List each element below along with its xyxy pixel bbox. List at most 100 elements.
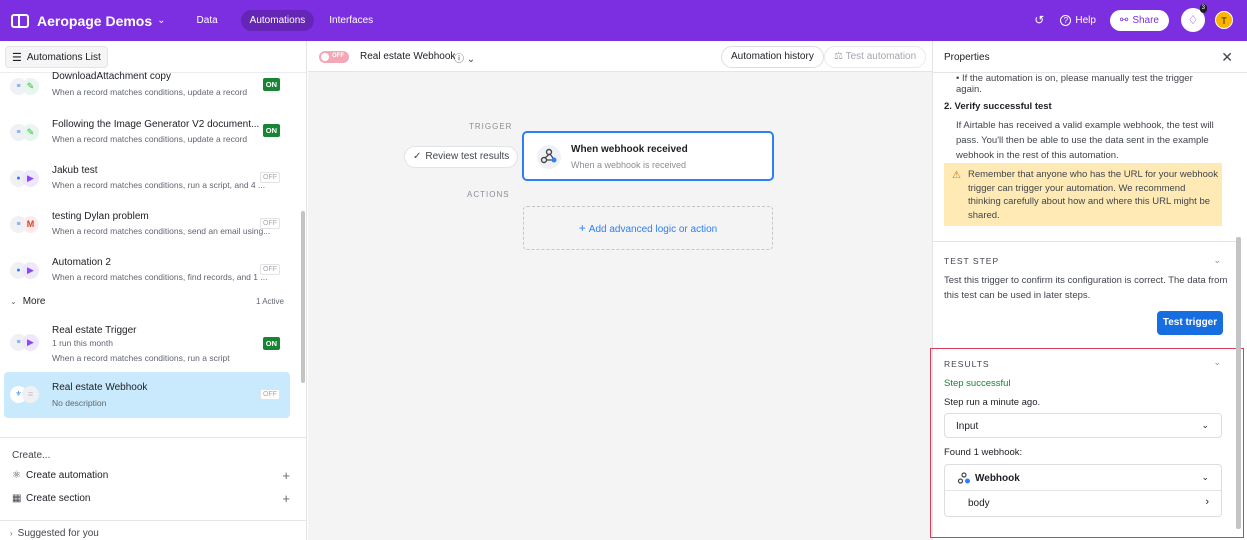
create-automation-button[interactable]: ⚛ Create automation +: [12, 468, 290, 483]
base-name[interactable]: Aeropage Demos: [37, 13, 152, 29]
automation-desc: When a record matches conditions, run a …: [52, 353, 230, 363]
avatar[interactable]: T: [1215, 11, 1233, 29]
plus-icon[interactable]: +: [282, 468, 290, 483]
play-icon: ▶: [22, 262, 39, 279]
check-icon: ✓: [413, 151, 422, 162]
automation-history-button[interactable]: Automation history: [721, 46, 824, 68]
plus-icon[interactable]: +: [282, 491, 290, 506]
divider: [933, 241, 1236, 242]
automation-title: Real estate Trigger: [52, 325, 137, 336]
status-badge: ON: [262, 78, 280, 91]
automation-desc: When a record matches conditions, find r…: [52, 272, 268, 282]
properties-title: Properties: [944, 52, 990, 63]
chevron-down-icon: ⌄: [10, 297, 17, 306]
gmail-icon: M: [22, 216, 39, 233]
help-button[interactable]: ? Help: [1060, 14, 1096, 26]
automation-title: Following the Image Generator V2 documen…: [52, 119, 260, 130]
chevron-right-icon: ›: [1205, 496, 1209, 508]
webhook-result: Webhook ⌄ body ›: [944, 464, 1222, 517]
chevron-down-icon: ⌄: [1201, 420, 1209, 430]
create-heading: Create...: [12, 450, 51, 461]
automation-icons: ≡ ✎: [10, 124, 42, 141]
play-icon: ▶: [22, 170, 39, 187]
webhook-icon: [957, 472, 970, 484]
notifications-button[interactable]: ♢ 3: [1181, 4, 1207, 32]
chevron-down-icon[interactable]: ⌄: [1213, 357, 1221, 368]
people-icon: ⚯: [1119, 14, 1129, 26]
top-bar: Aeropage Demos ⌄ Data Automations Interf…: [0, 0, 1247, 41]
active-count: 1 Active: [255, 297, 284, 306]
list-icon: ≡: [22, 386, 39, 403]
automation-title: Real estate Webhook: [52, 382, 148, 393]
info-icon[interactable]: ⓘ ⌄: [454, 50, 475, 65]
automation-item[interactable]: ≡ ✎ DownloadAttachment copy When a record…: [4, 67, 290, 113]
automation-item[interactable]: ≡ ▶ Real estate Trigger 1 run this month …: [4, 319, 290, 367]
webhook-row[interactable]: Webhook ⌄: [945, 465, 1221, 491]
automation-item[interactable]: ≡ M testing Dylan problem When a record m…: [4, 205, 290, 251]
automation-icons: ● ▶: [10, 262, 42, 279]
automation-title: Automation 2: [52, 257, 111, 268]
status-badge: OFF: [260, 172, 280, 183]
warning-box: ⚠ Remember that anyone who has the URL f…: [944, 163, 1222, 226]
sidebar-scrollbar[interactable]: [301, 211, 305, 383]
chevron-down-icon: ⌄: [1201, 472, 1209, 482]
nav-automations[interactable]: Automations: [240, 10, 315, 31]
book-icon[interactable]: [11, 13, 29, 28]
automation-item-selected[interactable]: ⚜ ≡ Real estate Webhook No description OF…: [4, 372, 290, 418]
share-button[interactable]: ⚯ Share: [1109, 9, 1169, 31]
automation-runs: 1 run this month: [52, 338, 113, 348]
warning-text: Remember that anyone who has the URL for…: [968, 169, 1218, 221]
automation-name[interactable]: Real estate Webhook: [360, 51, 455, 62]
create-automation-label: Create automation: [26, 470, 109, 481]
automations-sidebar: ☰ Automations List ≡ ✎ DownloadAttachment…: [0, 41, 307, 540]
step-run-time: Step run a minute ago.: [944, 397, 1041, 408]
trigger-title: When webhook received: [571, 144, 688, 155]
automation-desc: When a record matches conditions, update…: [52, 87, 248, 97]
close-icon[interactable]: ✕: [1221, 49, 1233, 66]
test-trigger-button[interactable]: Test trigger: [1157, 311, 1223, 335]
create-section-button[interactable]: ▦ Create section +: [12, 491, 290, 506]
plus-icon: +: [578, 221, 586, 235]
trigger-label: TRIGGER: [469, 122, 513, 131]
properties-scrollbar[interactable]: [1236, 237, 1241, 529]
instruction-bullet-cont: again.: [956, 84, 982, 95]
help-icon: ?: [1060, 14, 1072, 26]
found-webhook-text: Found 1 webhook:: [944, 447, 1023, 458]
automation-item[interactable]: ● ▶ Automation 2 When a record matches co…: [4, 251, 290, 297]
chevron-down-icon[interactable]: ⌄: [157, 15, 165, 26]
review-test-results-button[interactable]: ✓ Review test results: [404, 146, 519, 168]
automation-desc: When a record matches conditions, run a …: [52, 180, 266, 190]
automation-title: testing Dylan problem: [52, 211, 149, 222]
nav-data[interactable]: Data: [188, 10, 227, 31]
pencil-icon: ✎: [22, 78, 39, 95]
input-dropdown[interactable]: Input ⌄: [944, 413, 1222, 438]
status-badge: OFF: [260, 218, 280, 229]
nav-interfaces[interactable]: Interfaces: [320, 10, 382, 31]
suggested-toggle[interactable]: › Suggested for you: [0, 520, 306, 540]
add-action-button[interactable]: + Add advanced logic or action: [523, 206, 773, 250]
review-label: Review test results: [425, 151, 510, 162]
history-icon[interactable]: ↺: [1034, 13, 1044, 27]
webhook-label: Webhook: [975, 473, 1020, 484]
webhook-icon: [537, 145, 561, 169]
automation-item[interactable]: ≡ ✎ Following the Image Generator V2 docu…: [4, 113, 290, 159]
automation-toggle[interactable]: OFF: [319, 51, 349, 63]
input-label: Input: [956, 421, 979, 432]
automation-item[interactable]: ● ▶ Jakub test When a record matches cond…: [4, 159, 290, 205]
add-action-label: Add advanced logic or action: [588, 224, 718, 235]
trigger-subtitle: When a webhook is received: [571, 160, 687, 170]
automation-desc: No description: [52, 398, 107, 408]
test-step-heading: TEST STEP: [944, 256, 1000, 266]
help-label: Help: [1075, 14, 1096, 26]
trigger-card[interactable]: When webhook received When a webhook is …: [522, 131, 774, 181]
more-label: More: [22, 296, 46, 307]
chevron-down-icon[interactable]: ⌄: [1213, 255, 1221, 266]
automations-list-label: Automations List: [26, 51, 101, 63]
automation-canvas: TRIGGER ✓ Review test results When webhoo…: [308, 72, 932, 540]
more-section-toggle[interactable]: ⌄ More 1 Active: [10, 296, 284, 307]
automations-list-toggle[interactable]: ☰ Automations List: [5, 46, 108, 68]
toggle-label: OFF: [332, 53, 344, 59]
automation-desc: When a record matches conditions, update…: [52, 134, 248, 144]
test-automation-button[interactable]: ⚖ Test automation: [824, 46, 927, 68]
table-icon: ▦: [12, 493, 22, 504]
